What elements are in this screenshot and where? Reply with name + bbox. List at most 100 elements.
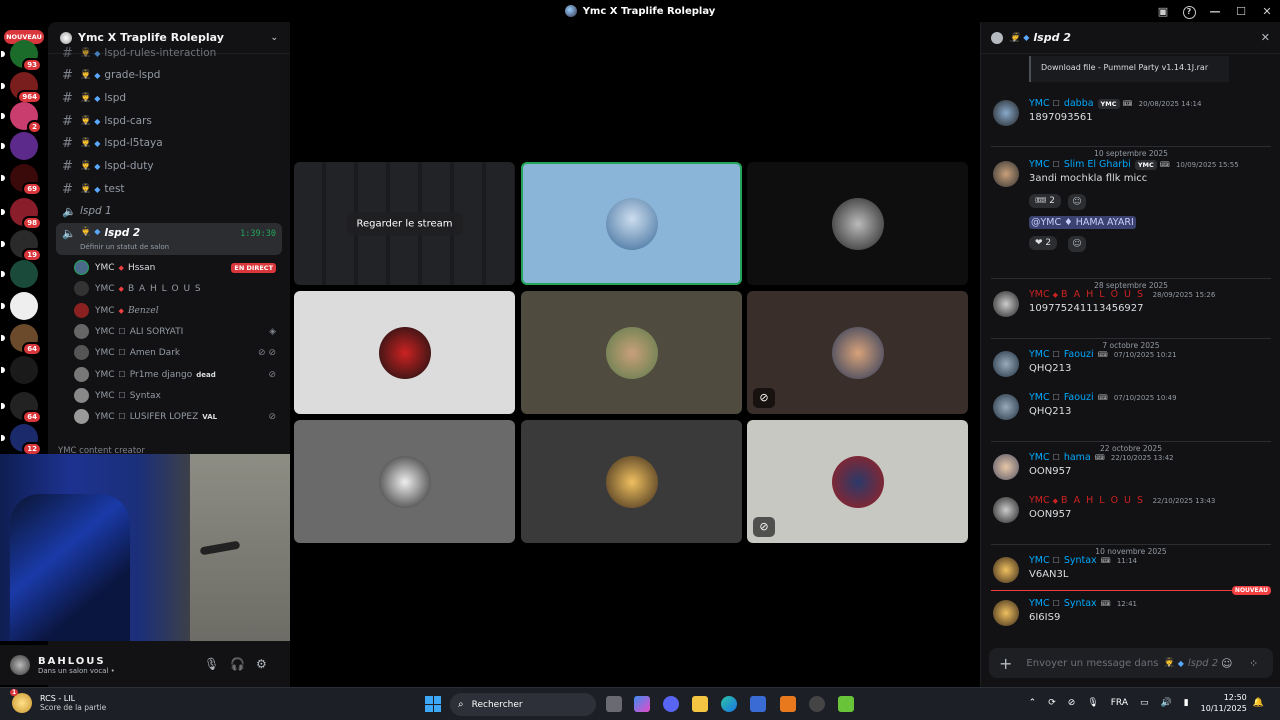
participant-tile[interactable] bbox=[747, 162, 968, 285]
avatar[interactable] bbox=[993, 557, 1019, 583]
server-icon[interactable] bbox=[1, 356, 38, 384]
text-channel[interactable]: # 🧑‍✈️ ◆ grade-lspd bbox=[56, 64, 282, 86]
voice-user[interactable]: YMC ☐ Amen Dark ⊘ ⊘ bbox=[74, 342, 282, 363]
edge-icon[interactable] bbox=[721, 696, 737, 712]
notification-widget[interactable]: 1 RCS - LIL Score de la partie bbox=[10, 689, 106, 713]
task-view-icon[interactable] bbox=[606, 696, 622, 712]
channel-status[interactable]: Définir un statut de salon bbox=[80, 243, 169, 251]
inbox-icon[interactable]: ▣ bbox=[1150, 5, 1176, 18]
system-tray: ⌃ ⟳ ⊘ 🎙 FRA ▭ 🔊 ▮ 12:50 10/11/2025 🔔 bbox=[1023, 692, 1270, 714]
store-icon[interactable] bbox=[750, 696, 766, 712]
play-icon[interactable] bbox=[838, 696, 854, 712]
webcam-chair bbox=[10, 494, 130, 641]
text-channel[interactable]: # 🧑‍✈️ ◆ lspd-duty bbox=[56, 155, 282, 177]
avatar[interactable] bbox=[993, 161, 1019, 187]
server-icon[interactable]: 64 bbox=[1, 324, 42, 356]
voice-user[interactable]: YMC ◆ Benzel bbox=[74, 300, 282, 321]
copilot-icon[interactable] bbox=[634, 696, 650, 712]
voice-channel[interactable]: 🔈 lspd 1 bbox=[56, 200, 282, 222]
avatar[interactable] bbox=[993, 497, 1019, 523]
gear-icon[interactable]: ⚙ bbox=[256, 657, 267, 671]
notification-bell-icon[interactable]: 🔔 bbox=[1253, 698, 1264, 708]
headphones-icon[interactable]: 🎧 bbox=[230, 657, 245, 671]
avatar[interactable] bbox=[993, 454, 1019, 480]
voice-channel-active[interactable]: 🔈 🧑‍✈️ ◆ lspd 2 1:39:30 Définir un statut … bbox=[56, 223, 282, 255]
text-channel[interactable]: # 🧑‍✈️ ◆ lspd-rules-interaction bbox=[56, 42, 282, 64]
avatar bbox=[74, 409, 89, 424]
reaction[interactable]: 🎟 2 bbox=[1029, 194, 1062, 208]
username: BAHLOUS bbox=[38, 655, 106, 667]
participant-tile[interactable]: ⊘ bbox=[747, 291, 968, 414]
server-icon[interactable] bbox=[1, 292, 38, 320]
add-reaction-icon[interactable]: ☺ bbox=[1068, 194, 1086, 210]
avatar bbox=[74, 303, 89, 318]
server-icon[interactable]: 2 bbox=[1, 102, 42, 134]
battery-icon[interactable]: ▮ bbox=[1184, 698, 1189, 708]
language-indicator[interactable]: FRA bbox=[1111, 698, 1128, 708]
participant-tile[interactable]: ⊘ bbox=[747, 420, 968, 543]
add-attachment-icon[interactable]: + bbox=[999, 654, 1012, 673]
text-channel[interactable]: # 🧑‍✈️ ◆ test bbox=[56, 178, 282, 200]
stream-tile[interactable]: Regarder le stream bbox=[294, 162, 515, 285]
voice-user[interactable]: YMC ◆ B A H L O U S bbox=[74, 278, 282, 299]
server-icon[interactable] bbox=[1, 132, 38, 160]
watch-stream-button[interactable]: Regarder le stream bbox=[346, 212, 463, 235]
avatar[interactable] bbox=[993, 351, 1019, 377]
server-icon[interactable]: 64 bbox=[1, 392, 42, 424]
server-icon[interactable]: 98 bbox=[1, 198, 42, 230]
file-explorer-icon[interactable] bbox=[692, 696, 708, 712]
voice-user[interactable]: YMC ☐ LUSIFER LOPEZ VAL ⊘ bbox=[74, 406, 282, 427]
playstation-icon: ◈ bbox=[269, 326, 276, 337]
close-button[interactable]: ✕ bbox=[1254, 5, 1280, 18]
server-icon[interactable] bbox=[1, 260, 38, 288]
text-channel[interactable]: # 🧑‍✈️ ◆ lspd-l5taya bbox=[56, 132, 282, 154]
user-panel: BAHLOUS Dans un salon vocal • 🎙 🎧 ⚙ bbox=[0, 645, 290, 685]
message-composer[interactable]: + Envoyer un message dans 🧑‍✈️ ◆ lspd 2 ☺… bbox=[989, 648, 1273, 678]
windows-start-icon[interactable] bbox=[425, 696, 441, 712]
minimize-button[interactable]: — bbox=[1202, 5, 1228, 18]
taskbar-search[interactable]: ⌕ Rechercher bbox=[450, 693, 596, 716]
avatar[interactable] bbox=[10, 655, 30, 675]
sync-icon[interactable]: ⟳ bbox=[1048, 698, 1056, 708]
clock[interactable]: 12:50 10/11/2025 bbox=[1201, 692, 1247, 714]
app-icon[interactable] bbox=[780, 696, 796, 712]
network-icon[interactable]: ⊘ bbox=[1068, 698, 1076, 708]
text-channel[interactable]: # 🧑‍✈️ ◆ lspd bbox=[56, 87, 282, 109]
chevron-down-icon[interactable]: ⌄ bbox=[270, 33, 278, 43]
monitor-icon[interactable]: ▭ bbox=[1140, 698, 1149, 708]
voice-user[interactable]: YMC ☐ Pr1me django dead ⊘ bbox=[74, 364, 282, 385]
server-icon[interactable]: 964 bbox=[1, 72, 42, 104]
microphone-icon[interactable]: 🎙 bbox=[204, 657, 219, 671]
participant-tile[interactable] bbox=[521, 162, 742, 285]
app-icon[interactable] bbox=[809, 696, 825, 712]
server-icon[interactable]: 93 bbox=[1, 40, 42, 72]
server-icon[interactable]: 69 bbox=[1, 164, 42, 196]
text-channel[interactable]: # 🧑‍✈️ ◆ lspd-cars bbox=[56, 110, 282, 132]
participant-tile[interactable] bbox=[521, 420, 742, 543]
avatar[interactable] bbox=[993, 100, 1019, 126]
emoji-icon[interactable]: ☺ bbox=[1221, 657, 1232, 670]
voice-user[interactable]: YMC ◆ Hssan EN DIRECT bbox=[74, 257, 282, 278]
help-icon[interactable]: ? bbox=[1176, 4, 1202, 19]
file-attachment[interactable]: Download file - Pummel Party v1.14.1J.ra… bbox=[1029, 56, 1229, 82]
maximize-button[interactable]: ☐ bbox=[1228, 5, 1254, 18]
voice-user[interactable]: YMC ☐ Syntax bbox=[74, 385, 282, 406]
volume-icon[interactable]: 🔊 bbox=[1161, 698, 1172, 708]
avatar[interactable] bbox=[993, 291, 1019, 317]
participant-tile[interactable] bbox=[294, 291, 515, 414]
participant-tile[interactable] bbox=[294, 420, 515, 543]
voice-user[interactable]: YMC ☐ ALI SORYATI ◈ bbox=[74, 321, 282, 342]
discord-icon[interactable] bbox=[663, 696, 679, 712]
server-icon[interactable]: 12 bbox=[1, 424, 42, 456]
apps-icon[interactable]: ⁘ bbox=[1249, 657, 1258, 670]
add-reaction-icon[interactable]: ☺ bbox=[1068, 236, 1086, 252]
avatar[interactable] bbox=[993, 600, 1019, 626]
avatar[interactable] bbox=[993, 394, 1019, 420]
microphone-icon[interactable]: 🎙 bbox=[1087, 698, 1098, 708]
reaction[interactable]: ❤ 2 bbox=[1029, 236, 1058, 250]
participant-tile[interactable] bbox=[521, 291, 742, 414]
mention[interactable]: @YMC ♦ HAMA AYARI bbox=[1029, 216, 1136, 229]
chevron-up-icon[interactable]: ⌃ bbox=[1029, 698, 1037, 708]
close-icon[interactable]: ✕ bbox=[1261, 31, 1270, 44]
server-icon[interactable]: 19 bbox=[1, 230, 42, 262]
